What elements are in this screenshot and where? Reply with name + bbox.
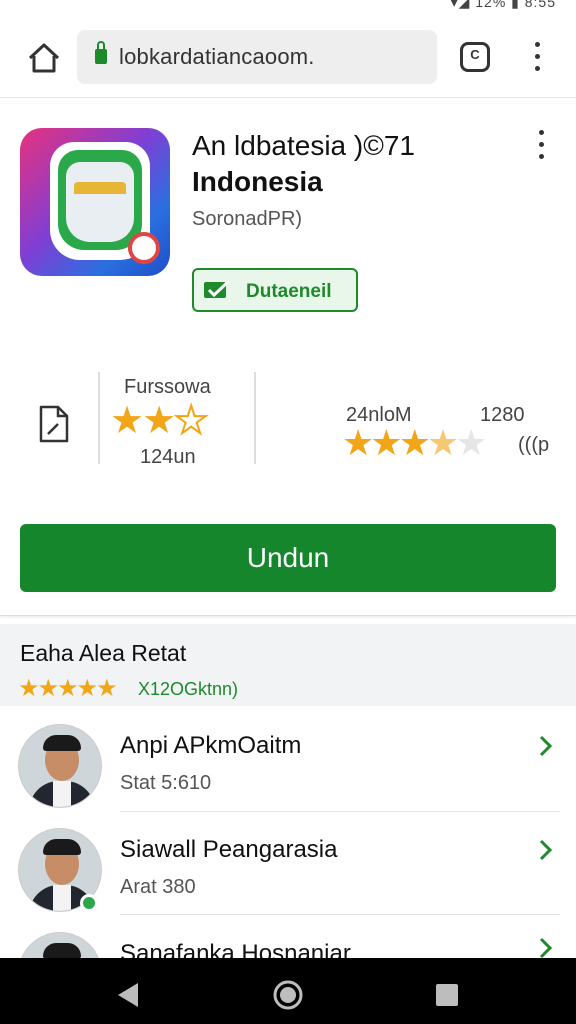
- rating-stars-large: ★★★★★: [342, 422, 487, 464]
- reviews-stars: ★★★★★: [18, 674, 118, 703]
- verified-icon: [202, 278, 232, 302]
- star-icon: ★: [426, 422, 459, 463]
- file-icon: [38, 404, 70, 444]
- chevron-right-icon[interactable]: [538, 734, 554, 758]
- stats-row: Furssowa ★★★ 124un 24nloM 1280 ★★★★★ (((…: [0, 372, 576, 468]
- back-icon[interactable]: [118, 983, 138, 1007]
- app-icon: [20, 128, 170, 276]
- reviewer-meta: Arat 380: [120, 876, 196, 898]
- star-icon: ★: [142, 400, 176, 442]
- stat-left-sub: 124un: [140, 446, 196, 468]
- status-bar: ▾◢ 12% ▮ 8:55: [0, 0, 576, 14]
- reviewer-meta: Stat 5:610: [120, 772, 212, 794]
- reviews-header: Eaha Alea Retat ★★★★★ X12OGktnn): [0, 624, 576, 706]
- app-title: An ldbatesia )©71 Indonesia: [192, 128, 512, 200]
- star-icon: ★: [398, 422, 431, 463]
- reviewer-name: Anpi APkmOaitm: [120, 732, 302, 759]
- browser-toolbar: lobkardatiancaoom. C: [0, 14, 576, 98]
- reviewer-name: Siawall Peangarasia: [120, 836, 338, 863]
- developer-name[interactable]: SoronadPR): [192, 208, 302, 231]
- chevron-right-icon[interactable]: [538, 838, 554, 862]
- browser-menu-icon[interactable]: [528, 40, 548, 74]
- star-icon: ★: [18, 675, 39, 702]
- tabs-button[interactable]: C: [460, 42, 490, 72]
- review-item[interactable]: Anpi APkmOaitm Stat 5:610: [0, 710, 576, 812]
- app-card: An ldbatesia )©71 Indonesia SoronadPR) D…: [0, 104, 576, 616]
- more-options-icon[interactable]: [530, 128, 554, 162]
- app-title-line2: Indonesia: [192, 166, 323, 197]
- star-icon: ★: [57, 675, 78, 702]
- stat-right-value: 1280: [480, 404, 525, 426]
- status-text: ▾◢ 12% ▮ 8:55: [450, 0, 556, 10]
- reviews-count: X12OGktnn): [138, 679, 239, 699]
- reviews-title: Eaha Alea Retat: [20, 640, 187, 666]
- system-nav-bar: [0, 958, 576, 1024]
- stat-left-label: Furssowa: [124, 376, 211, 398]
- install-button[interactable]: Undun: [20, 524, 556, 592]
- avatar: [18, 724, 102, 808]
- star-icon: ★: [37, 675, 59, 702]
- stat-right-side: (((p: [518, 434, 550, 456]
- online-indicator-icon: [80, 894, 98, 912]
- review-item[interactable]: Siawall Peangarasia Arat 380: [0, 814, 576, 916]
- chevron-right-icon[interactable]: [538, 936, 554, 960]
- app-title-line1: An ldbatesia )©71: [192, 130, 415, 161]
- url-bar[interactable]: lobkardatiancaoom.: [77, 30, 437, 84]
- verified-label: Dutaeneil: [246, 281, 332, 302]
- url-text: lobkardatiancaoom.: [119, 44, 315, 69]
- home-icon[interactable]: [24, 40, 64, 76]
- tabs-count: C: [470, 47, 480, 62]
- rating-stars-small: ★★★: [110, 398, 209, 443]
- star-icon: ★: [370, 422, 402, 463]
- lock-icon: [95, 41, 107, 64]
- recents-icon[interactable]: [436, 984, 458, 1006]
- star-icon: ★: [455, 422, 487, 463]
- star-icon: ★: [76, 675, 98, 702]
- star-icon: ★: [173, 399, 209, 443]
- book-icon: [74, 182, 126, 194]
- reviews-section: Eaha Alea Retat ★★★★★ X12OGktnn) Anpi AP…: [0, 624, 576, 1016]
- home-circle-icon[interactable]: [273, 980, 303, 1010]
- star-icon: ★: [96, 675, 117, 702]
- verified-badge: Dutaeneil: [192, 268, 358, 312]
- star-icon: ★: [110, 400, 144, 442]
- star-icon: ★: [342, 422, 374, 463]
